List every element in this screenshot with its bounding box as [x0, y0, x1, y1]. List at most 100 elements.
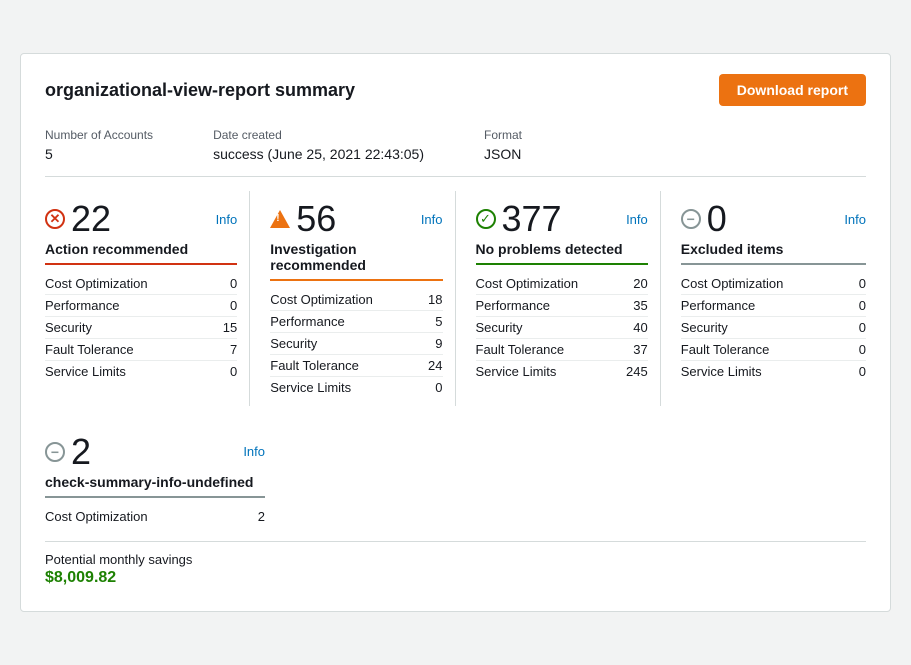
stat-label: Action recommended: [45, 241, 237, 265]
stat-row-name: Cost Optimization: [681, 276, 784, 291]
accounts-value: 5: [45, 146, 153, 162]
stat-row-value: 9: [435, 336, 442, 351]
stat-row-value: 0: [859, 320, 866, 335]
stat-label: check-summary-info-undefined: [45, 474, 265, 498]
stat-row-name: Security: [270, 336, 317, 351]
stat-row: Fault Tolerance 7: [45, 339, 237, 361]
stat-row-name: Fault Tolerance: [270, 358, 359, 373]
bottom-stat-block: − 2 Info check-summary-info-undefined Co…: [45, 432, 265, 527]
format-meta: Format JSON: [484, 128, 522, 162]
stat-row-name: Cost Optimization: [45, 509, 148, 524]
stat-row-value: 0: [859, 298, 866, 313]
stat-icon-num: ✓ 377: [476, 199, 562, 239]
stat-row-value: 40: [633, 320, 647, 335]
stat-icon-num: 56: [270, 199, 336, 239]
stat-row: Fault Tolerance 24: [270, 355, 442, 377]
meta-row: Number of Accounts 5 Date created succes…: [45, 118, 866, 177]
stat-number: 22: [71, 199, 111, 239]
stat-row: Security 15: [45, 317, 237, 339]
info-link[interactable]: Info: [243, 444, 265, 459]
stat-block-2: ✓ 377 Info No problems detected Cost Opt…: [456, 191, 661, 406]
stat-number: 56: [296, 199, 336, 239]
stat-header: − 2 Info: [45, 432, 265, 472]
stat-row: Cost Optimization 0: [45, 273, 237, 295]
info-link[interactable]: Info: [626, 212, 648, 227]
stat-row: Service Limits 0: [681, 361, 866, 382]
stats-grid: ✕ 22 Info Action recommended Cost Optimi…: [45, 191, 866, 406]
stat-row: Performance 5: [270, 311, 442, 333]
stat-icon-num: ✕ 22: [45, 199, 111, 239]
stat-block-0: ✕ 22 Info Action recommended Cost Optimi…: [45, 191, 250, 406]
stat-row: Fault Tolerance 37: [476, 339, 648, 361]
stat-row-name: Security: [45, 320, 92, 335]
stat-row: Service Limits 0: [270, 377, 442, 398]
stat-header: − 0 Info: [681, 199, 866, 239]
stat-row-value: 0: [230, 276, 237, 291]
info-link[interactable]: Info: [421, 212, 443, 227]
stat-row-name: Fault Tolerance: [681, 342, 770, 357]
check-icon: ✓: [476, 209, 496, 229]
stat-label: Excluded items: [681, 241, 866, 265]
stat-row: Cost Optimization 18: [270, 289, 442, 311]
stat-icon-num: − 0: [681, 199, 727, 239]
stat-row-value: 0: [859, 342, 866, 357]
stat-block-3: − 0 Info Excluded items Cost Optimizatio…: [661, 191, 866, 406]
stat-row-name: Cost Optimization: [476, 276, 579, 291]
header-row: organizational-view-report summary Downl…: [45, 74, 866, 106]
circle-x-icon: ✕: [45, 209, 65, 229]
stat-row: Performance 0: [45, 295, 237, 317]
bottom-section: − 2 Info check-summary-info-undefined Co…: [45, 424, 866, 587]
info-link[interactable]: Info: [216, 212, 238, 227]
info-link[interactable]: Info: [844, 212, 866, 227]
stat-row-name: Service Limits: [270, 380, 351, 395]
stat-icon-num: − 2: [45, 432, 91, 472]
stat-number: 0: [707, 199, 727, 239]
savings-label: Potential monthly savings: [45, 552, 866, 567]
stat-row-value: 0: [230, 364, 237, 379]
minus-circle-icon: −: [681, 209, 701, 229]
stat-row-name: Performance: [681, 298, 755, 313]
stat-row-name: Fault Tolerance: [476, 342, 565, 357]
stat-header: ✓ 377 Info: [476, 199, 648, 239]
stat-label: No problems detected: [476, 241, 648, 265]
stat-row: Security 40: [476, 317, 648, 339]
stat-row-value: 7: [230, 342, 237, 357]
stat-row-value: 18: [428, 292, 442, 307]
stat-row-value: 24: [428, 358, 442, 373]
stat-row: Cost Optimization 20: [476, 273, 648, 295]
savings-value: $8,009.82: [45, 569, 866, 587]
stat-number: 2: [71, 432, 91, 472]
savings-section: Potential monthly savings $8,009.82: [45, 541, 866, 587]
stat-row-name: Service Limits: [476, 364, 557, 379]
download-report-button[interactable]: Download report: [719, 74, 866, 106]
stat-row: Fault Tolerance 0: [681, 339, 866, 361]
stat-row-value: 0: [859, 276, 866, 291]
page-title: organizational-view-report summary: [45, 80, 355, 101]
stat-number: 377: [502, 199, 562, 239]
accounts-meta: Number of Accounts 5: [45, 128, 153, 162]
format-label: Format: [484, 128, 522, 142]
stat-row-name: Service Limits: [45, 364, 126, 379]
stat-row-value: 0: [435, 380, 442, 395]
minus-circle-icon: −: [45, 442, 65, 462]
stat-row-value: 20: [633, 276, 647, 291]
stat-row: Cost Optimization 2: [45, 506, 265, 527]
stat-row: Service Limits 245: [476, 361, 648, 382]
stat-block-1: 56 Info Investigation recommended Cost O…: [250, 191, 455, 406]
stat-row-name: Performance: [270, 314, 344, 329]
stat-row-value: 2: [258, 509, 265, 524]
stat-row-name: Security: [681, 320, 728, 335]
report-card: organizational-view-report summary Downl…: [20, 53, 891, 611]
stat-row-value: 37: [633, 342, 647, 357]
stat-row-name: Cost Optimization: [270, 292, 373, 307]
triangle-icon: [270, 210, 290, 228]
stat-row: Security 9: [270, 333, 442, 355]
stat-header: ✕ 22 Info: [45, 199, 237, 239]
date-meta: Date created success (June 25, 2021 22:4…: [213, 128, 424, 162]
format-value: JSON: [484, 146, 522, 162]
date-value: success (June 25, 2021 22:43:05): [213, 146, 424, 162]
stat-row-value: 0: [230, 298, 237, 313]
stat-row: Service Limits 0: [45, 361, 237, 382]
stat-label: Investigation recommended: [270, 241, 442, 281]
stat-row-name: Fault Tolerance: [45, 342, 134, 357]
